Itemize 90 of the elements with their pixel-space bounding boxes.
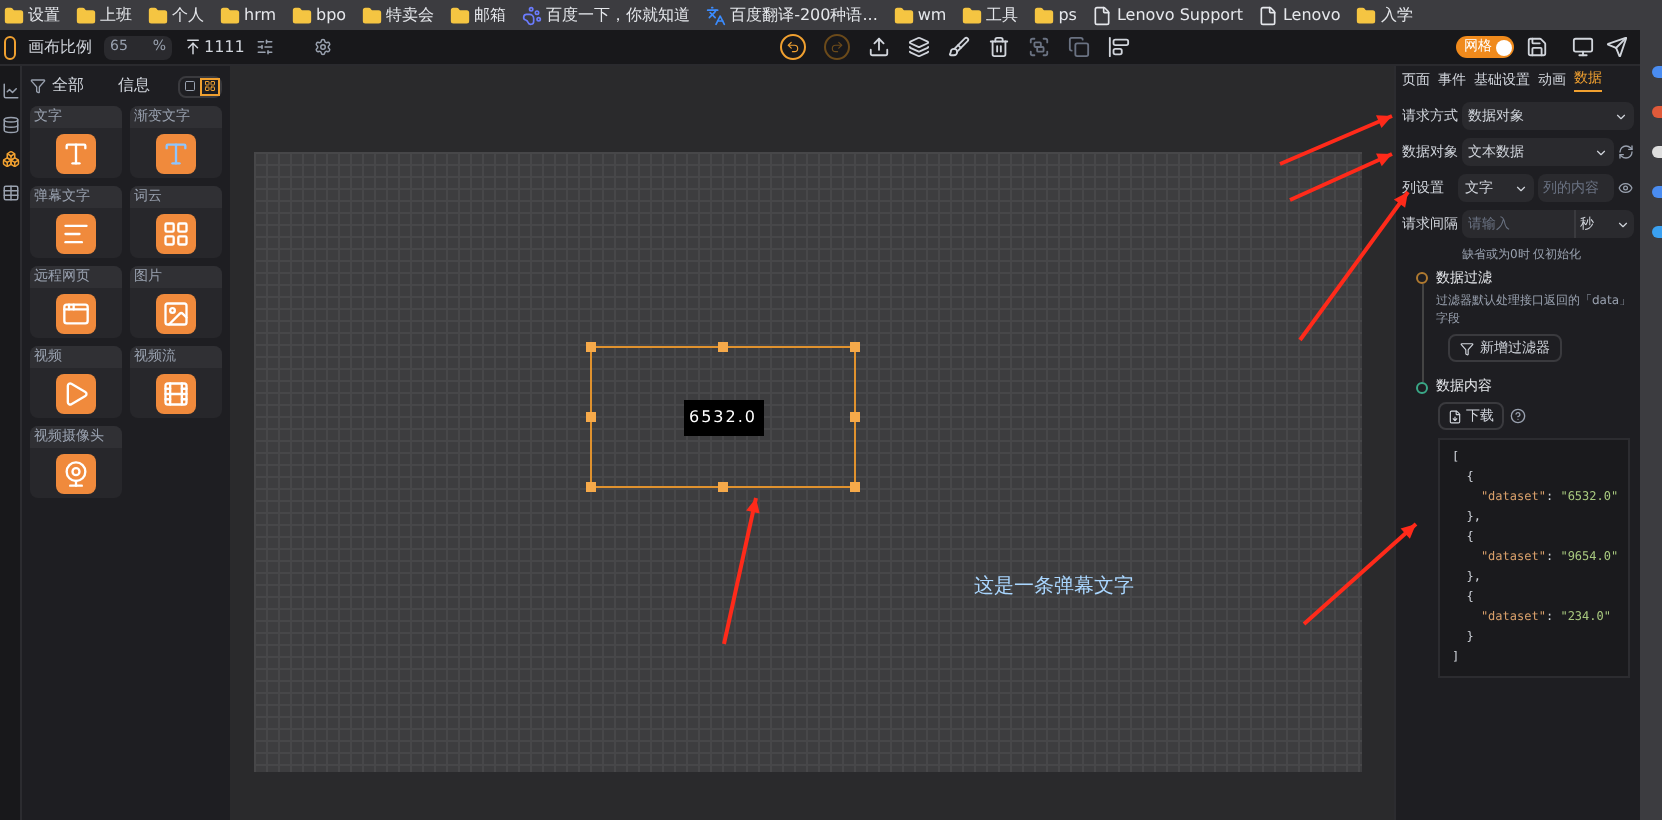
brush-icon[interactable] — [947, 36, 970, 58]
eye-icon[interactable] — [1618, 180, 1635, 196]
publish-icon[interactable] — [1606, 36, 1628, 58]
danmaku-text: 这是一条弹幕文字 — [974, 573, 1134, 602]
folder-icon — [962, 5, 983, 25]
counter-text: 1111 — [204, 35, 245, 59]
filter-icon[interactable] — [30, 78, 46, 94]
refresh-icon[interactable] — [1618, 144, 1634, 160]
annotation-arrow — [1279, 114, 1393, 166]
paw-icon — [522, 5, 543, 25]
bookmark-link[interactable]: Lenovo Support — [1116, 7, 1243, 23]
bookmark-link[interactable]: 上班 — [100, 7, 132, 23]
design-canvas[interactable]: 6532.0 这是一条弹幕文字 — [254, 152, 1362, 772]
translate-icon — [706, 5, 727, 25]
resize-handle[interactable] — [850, 412, 860, 422]
danmaku-component-icon — [56, 213, 96, 253]
chevron-down-icon — [1614, 109, 1628, 123]
bookmark-link[interactable]: bpo — [316, 7, 347, 23]
folder-icon — [148, 5, 168, 25]
bookmark-link[interactable]: Lenovo — [1282, 7, 1341, 23]
bookmark-link[interactable]: 邮箱 — [474, 7, 507, 23]
bookmark-link[interactable]: 特卖会 — [386, 7, 435, 23]
resize-handle[interactable] — [718, 482, 728, 492]
folder-icon — [362, 5, 383, 25]
resize-handle[interactable] — [586, 342, 596, 352]
save-icon[interactable] — [1526, 36, 1548, 58]
selection-frame[interactable]: 6532.0 — [590, 346, 856, 488]
folder-icon — [1034, 5, 1055, 25]
resize-handle[interactable] — [850, 482, 860, 492]
layers-icon[interactable] — [907, 36, 930, 58]
page-icon — [1258, 5, 1279, 25]
undo-icon — [785, 40, 800, 54]
bookmark-link[interactable]: 工具 — [986, 7, 1019, 23]
components-icon[interactable] — [1, 150, 19, 168]
filter-icon — [1460, 341, 1474, 355]
delete-icon[interactable] — [987, 36, 1010, 58]
group-icon[interactable] — [1027, 36, 1050, 58]
bookmark-link[interactable]: 设置 — [28, 7, 60, 23]
copy-icon[interactable] — [1067, 36, 1090, 58]
image-component-icon — [156, 293, 196, 333]
anchor-icon — [184, 38, 202, 56]
settings-icon[interactable] — [314, 38, 333, 56]
chevron-down-icon — [1594, 145, 1608, 159]
bookmark-link[interactable]: wm — [917, 7, 947, 23]
undo-button[interactable] — [779, 34, 806, 60]
view-mode-button[interactable] — [180, 77, 200, 95]
value-label: 6532.0 — [683, 399, 763, 435]
wordcloud-component-icon — [156, 213, 196, 253]
video-component-icon — [56, 373, 96, 413]
bookmark-link[interactable]: 百度一下，你就知道 — [546, 7, 691, 23]
resize-handle[interactable] — [586, 412, 596, 422]
resize-handle[interactable] — [850, 342, 860, 352]
resize-handle[interactable] — [586, 482, 596, 492]
help-icon[interactable] — [1510, 408, 1526, 424]
folder-icon — [450, 5, 471, 25]
resize-handle[interactable] — [718, 342, 728, 352]
panel-title: 信息 — [118, 74, 150, 98]
stream-component-icon — [156, 373, 196, 413]
bookmark-link[interactable]: ps — [1058, 7, 1077, 23]
chevron-down-icon — [1514, 181, 1529, 195]
redo-icon — [829, 40, 844, 54]
sliders-icon[interactable] — [256, 38, 275, 56]
table-icon[interactable] — [1, 184, 19, 202]
bookmark-link[interactable]: 个人 — [172, 7, 204, 23]
bookmark-link[interactable]: 百度翻译-200种语... — [730, 7, 878, 23]
chart-icon[interactable] — [1, 82, 19, 100]
database-icon[interactable] — [1, 116, 19, 134]
annotation-arrow — [1302, 522, 1418, 626]
folder-icon — [76, 5, 96, 25]
logo-icon — [4, 35, 16, 59]
preview-icon[interactable] — [1572, 36, 1594, 58]
camera-component-icon — [56, 453, 96, 493]
chevron-down-icon — [1616, 217, 1630, 231]
bookmark-link[interactable]: 入学 — [1380, 7, 1413, 23]
scale-label: 画布比例 — [28, 35, 92, 59]
view-mode-button[interactable] — [200, 77, 220, 95]
folder-icon — [4, 5, 24, 25]
bookmark-link[interactable]: hrm — [244, 7, 277, 23]
gradient-component-icon — [156, 133, 196, 173]
folder-icon — [1356, 5, 1377, 25]
folder-icon — [220, 5, 240, 25]
text-component-icon — [56, 133, 96, 173]
download-icon — [1448, 409, 1462, 423]
upload-icon[interactable] — [867, 36, 890, 58]
web-component-icon — [56, 293, 96, 333]
filter-label[interactable]: 全部 — [52, 74, 84, 98]
page-icon — [1092, 5, 1113, 25]
align-icon[interactable] — [1107, 36, 1130, 58]
folder-icon — [893, 5, 914, 25]
folder-icon — [292, 5, 313, 25]
